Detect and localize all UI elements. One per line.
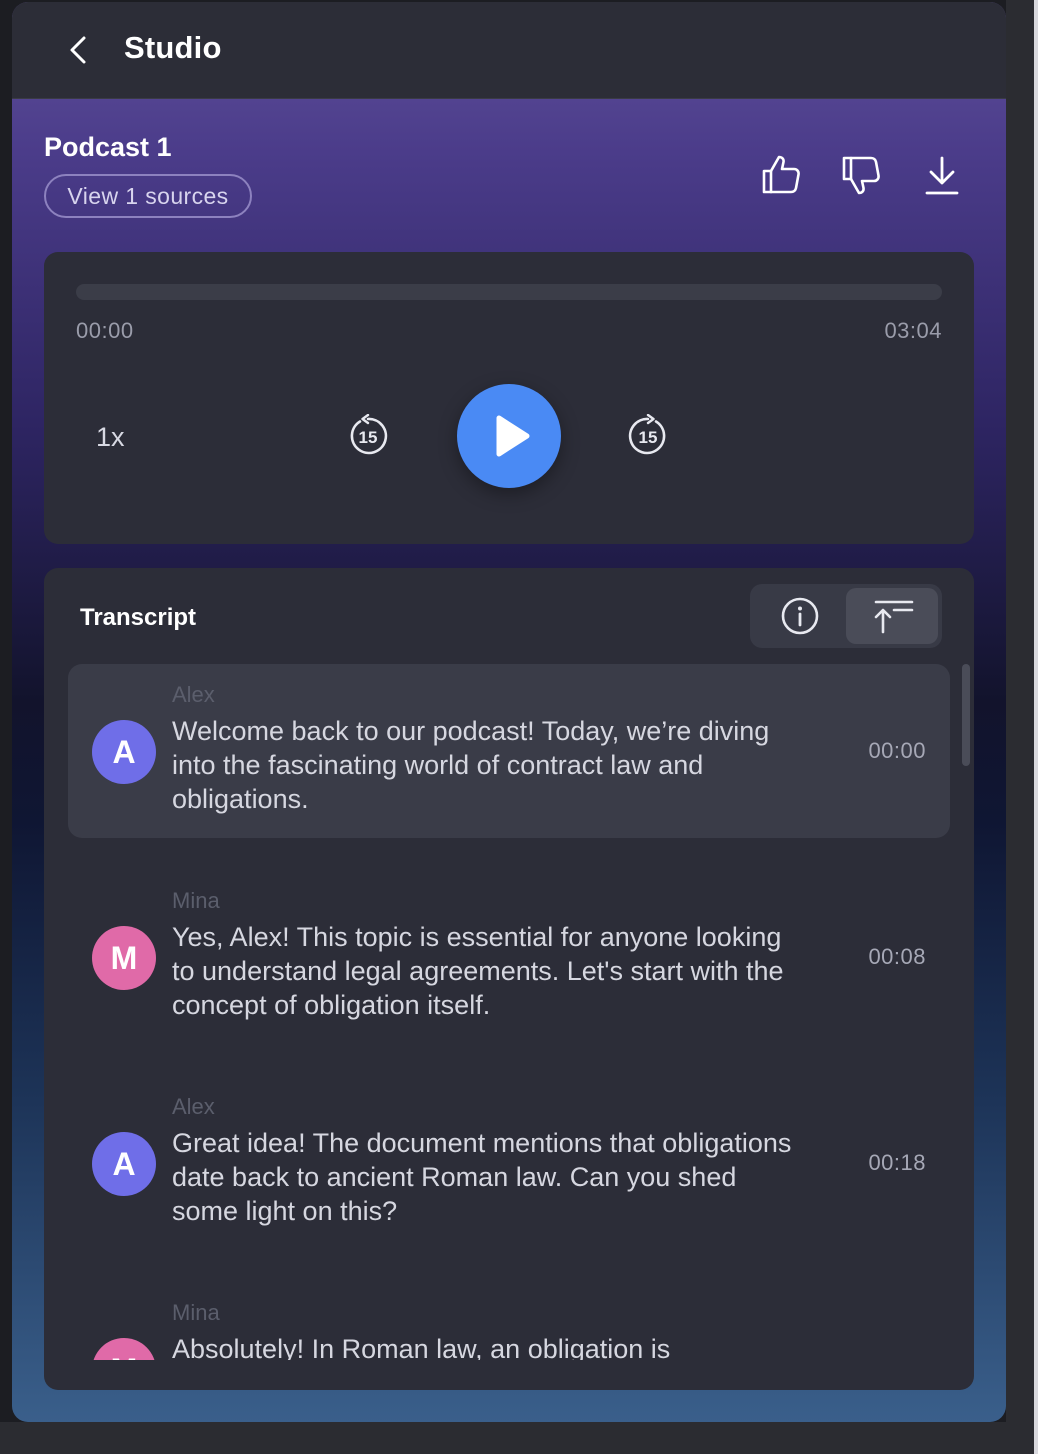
speaker-name: Alex — [172, 1094, 215, 1119]
forward-15-icon: 15 — [628, 413, 666, 455]
studio-header: Studio — [12, 2, 1006, 99]
audio-player: 00:00 03:04 1x 15 15 — [44, 252, 974, 544]
transcript-list: Alex A Welcome back to our podcast! Toda… — [68, 664, 950, 1360]
playback-speed-button[interactable]: 1x — [96, 422, 125, 453]
thumbs-up-button[interactable] — [760, 152, 804, 196]
speaker-name: Alex — [172, 682, 215, 707]
thumbs-down-button[interactable] — [840, 154, 884, 198]
scroll-to-top-icon — [874, 600, 914, 634]
podcast-title: Podcast 1 — [44, 132, 172, 162]
transcript-entry[interactable]: Alex A Great idea! The document mentions… — [68, 1076, 950, 1250]
transcript-timestamp: 00:08 — [868, 944, 926, 969]
avatar: M — [92, 926, 156, 990]
info-button[interactable] — [754, 588, 846, 644]
transcript-entry[interactable]: Mina M Yes, Alex! This topic is essentia… — [68, 870, 950, 1044]
info-icon — [781, 597, 819, 635]
transcript-toolbar — [750, 584, 942, 648]
header-title: Studio — [124, 30, 222, 65]
rewind-15-icon: 15 — [350, 413, 388, 455]
avatar: A — [92, 1132, 156, 1196]
thumbs-down-icon — [842, 156, 880, 195]
download-button[interactable] — [920, 154, 964, 198]
view-sources-button[interactable]: View 1 sources — [44, 174, 252, 218]
avatar: A — [92, 720, 156, 784]
play-button[interactable] — [457, 384, 561, 488]
thumbs-up-icon — [762, 155, 800, 194]
forward-seconds: 15 — [639, 428, 658, 447]
chevron-left-icon — [70, 36, 86, 64]
transcript-entry[interactable]: Mina M Absolutely! In Roman law, an obli… — [68, 1282, 950, 1360]
transcript-timestamp: 00:00 — [868, 738, 926, 763]
rewind-seconds: 15 — [359, 428, 378, 447]
avatar: M — [92, 1338, 156, 1360]
speaker-name: Mina — [172, 1300, 220, 1325]
transcript-entry[interactable]: Alex A Welcome back to our podcast! Toda… — [68, 664, 950, 838]
window-edge-bottom — [0, 1422, 1006, 1454]
transcript-text: Welcome back to our podcast! Today, we’r… — [172, 716, 770, 814]
rewind-button[interactable]: 15 — [346, 413, 390, 458]
progress-bar[interactable] — [76, 284, 942, 300]
transcript-text: Yes, Alex! This topic is essential for a… — [172, 922, 784, 1020]
transcript-text: Great idea! The document mentions that o… — [172, 1128, 792, 1226]
transcript-panel: Transcript Alex A Welcome back to our po… — [44, 568, 974, 1390]
transcript-timestamp: 00:18 — [868, 1150, 926, 1175]
transcript-text: Absolutely! In Roman law, an obligation … — [172, 1334, 671, 1360]
forward-button[interactable]: 15 — [626, 413, 670, 458]
play-icon — [496, 415, 530, 457]
speaker-name: Mina — [172, 888, 220, 913]
download-icon — [925, 156, 959, 195]
transcript-scrollbar[interactable] — [962, 664, 970, 766]
back-button[interactable] — [62, 32, 98, 68]
duration: 03:04 — [884, 318, 942, 343]
studio-panel: Studio Podcast 1 View 1 sources 00:00 03… — [12, 2, 1006, 1422]
window-edge-right — [1006, 0, 1038, 1454]
scroll-to-top-button[interactable] — [846, 588, 938, 644]
current-time: 00:00 — [76, 318, 134, 343]
transcript-heading: Transcript — [80, 604, 197, 631]
